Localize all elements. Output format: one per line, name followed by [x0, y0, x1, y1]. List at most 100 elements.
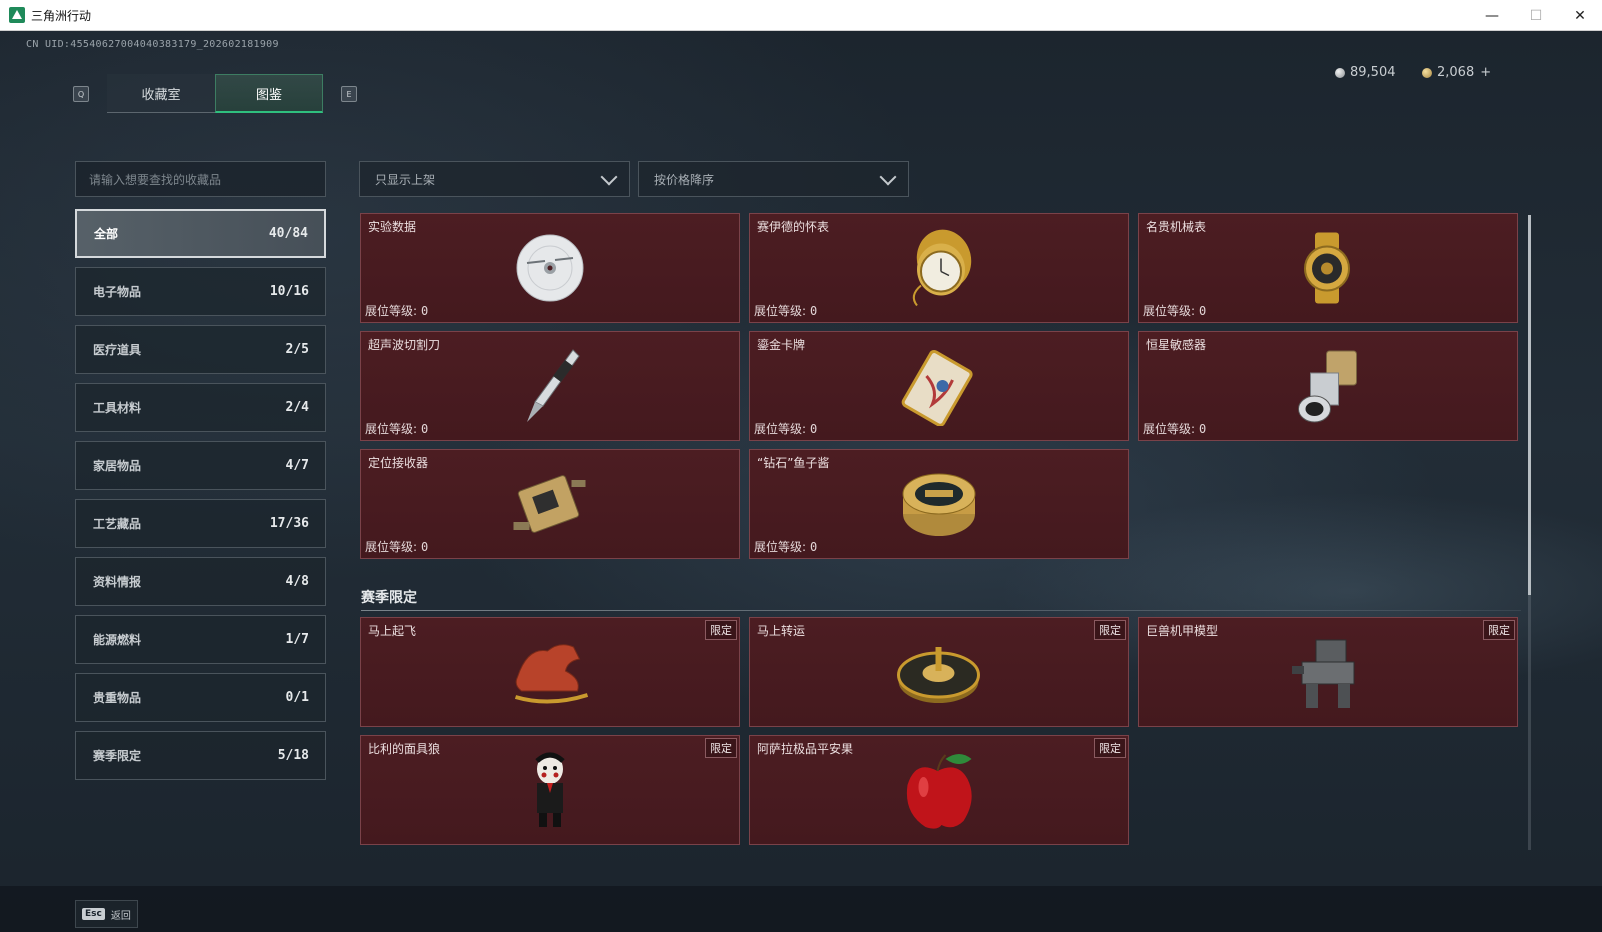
gold-currency: 2,068 + — [1422, 65, 1491, 80]
category-count: 4/8 — [285, 574, 309, 589]
category-medical[interactable]: 医疗道具 2/5 — [75, 325, 326, 374]
maximize-button[interactable]: ☐ — [1514, 0, 1558, 31]
category-tools[interactable]: 工具材料 2/4 — [75, 383, 326, 432]
display-level: 展位等级: 0 — [365, 538, 428, 555]
scrollbar[interactable] — [1528, 215, 1531, 850]
season-item-card[interactable]: 阿萨拉极品平安果 限定 — [749, 735, 1129, 845]
disc-icon — [516, 234, 584, 302]
gold-watch-icon — [1304, 232, 1350, 304]
item-name: 比利的面具狼 — [368, 742, 441, 756]
item-name: 实验数据 — [368, 220, 417, 234]
display-level: 展位等级: 0 — [754, 302, 817, 319]
level-value: 0 — [810, 422, 818, 436]
tab-catalog[interactable]: 图鉴 — [215, 74, 323, 113]
category-crafts[interactable]: 工艺藏品 17/36 — [75, 499, 326, 548]
item-card[interactable]: 实验数据 展位等级: 0 — [360, 213, 740, 323]
season-item-card[interactable]: 巨兽机甲模型 限定 — [1138, 617, 1518, 727]
star-sensor-icon — [1298, 350, 1357, 423]
category-count: 17/36 — [269, 516, 309, 531]
season-item-card[interactable]: 马上转运 限定 — [749, 617, 1129, 727]
category-label: 贵重物品 — [93, 691, 142, 705]
apple-icon — [906, 754, 972, 829]
category-electronics[interactable]: 电子物品 10/16 — [75, 267, 326, 316]
chevron-down-icon — [879, 168, 897, 186]
category-label: 工具材料 — [93, 401, 142, 415]
display-level: 展位等级: 0 — [365, 420, 428, 437]
category-count: 2/5 — [285, 342, 309, 357]
ultrasonic-cutter-icon — [527, 349, 580, 422]
level-value: 0 — [810, 540, 818, 554]
item-card[interactable]: 定位接收器 展位等级: 0 — [360, 449, 740, 559]
category-count: 40/84 — [268, 226, 308, 241]
item-name: 恒星敏感器 — [1146, 338, 1207, 352]
season-section-title: 赛季限定 — [361, 590, 417, 606]
add-currency-button[interactable]: + — [1480, 65, 1491, 80]
item-card[interactable]: 赛伊德的怀表 展位等级: 0 — [749, 213, 1129, 323]
category-energy[interactable]: 能源燃料 1/7 — [75, 615, 326, 664]
category-count: 5/18 — [277, 748, 309, 763]
category-label: 全部 — [94, 227, 119, 241]
back-button[interactable]: Esc 返回 — [75, 900, 138, 928]
level-value: 0 — [1199, 422, 1207, 436]
silver-currency: 89,504 — [1335, 65, 1396, 80]
shelf-filter-dropdown[interactable]: 只显示上架 — [359, 161, 630, 197]
roulette-icon — [897, 647, 980, 703]
item-card[interactable]: 鎏金卡牌 展位等级: 0 — [749, 331, 1129, 441]
category-count: 0/1 — [285, 690, 309, 705]
level-label: 展位等级: — [1143, 304, 1196, 318]
level-label: 展位等级: — [754, 304, 807, 318]
category-label: 工艺藏品 — [93, 517, 142, 531]
level-value: 0 — [421, 422, 429, 436]
shelf-filter-value: 只显示上架 — [375, 172, 436, 187]
level-label: 展位等级: — [754, 422, 807, 436]
billy-puppet-icon — [535, 752, 565, 827]
level-label: 展位等级: — [754, 540, 807, 554]
level-label: 展位等级: — [365, 304, 418, 318]
q-key-hint: Q — [73, 86, 89, 102]
item-card[interactable]: 超声波切割刀 展位等级: 0 — [360, 331, 740, 441]
search-input[interactable]: 请输入想要查找的收藏品 — [75, 161, 326, 197]
display-level: 展位等级: 0 — [1143, 302, 1206, 319]
item-name: 巨兽机甲模型 — [1146, 624, 1219, 638]
minimize-button[interactable]: — — [1470, 0, 1514, 31]
category-household[interactable]: 家居物品 4/7 — [75, 441, 326, 490]
mech-model-icon — [1292, 639, 1355, 708]
item-name: 马上转运 — [757, 624, 806, 638]
display-level: 展位等级: 0 — [1143, 420, 1206, 437]
item-card[interactable]: “钻石”鱼子酱 展位等级: 0 — [749, 449, 1129, 559]
category-intel[interactable]: 资料情报 4/8 — [75, 557, 326, 606]
limited-badge: 限定 — [1094, 738, 1126, 758]
app-logo-icon — [9, 7, 25, 23]
level-value: 0 — [1199, 304, 1207, 318]
level-value: 0 — [421, 304, 429, 318]
season-item-card[interactable]: 比利的面具狼 限定 — [360, 735, 740, 845]
category-label: 医疗道具 — [93, 343, 142, 357]
season-item-card[interactable]: 马上起飞 限定 — [360, 617, 740, 727]
bottom-bar: Esc 返回 — [0, 886, 1602, 932]
level-value: 0 — [421, 540, 429, 554]
close-button[interactable]: ✕ — [1558, 0, 1602, 31]
item-card[interactable]: 恒星敏感器 展位等级: 0 — [1138, 331, 1518, 441]
item-name: 超声波切割刀 — [368, 338, 441, 352]
category-season-limited[interactable]: 赛季限定 5/18 — [75, 731, 326, 780]
sort-value: 按价格降序 — [654, 172, 715, 187]
category-valuables[interactable]: 贵重物品 0/1 — [75, 673, 326, 722]
back-label: 返回 — [110, 910, 131, 922]
category-label: 能源燃料 — [93, 633, 142, 647]
category-all[interactable]: 全部 40/84 — [75, 209, 326, 258]
sort-dropdown[interactable]: 按价格降序 — [638, 161, 909, 197]
limited-badge: 限定 — [705, 620, 737, 640]
tab-collection-room[interactable]: 收藏室 — [107, 74, 215, 113]
scrollbar-thumb[interactable] — [1528, 215, 1531, 595]
silver-amount: 89,504 — [1350, 65, 1396, 80]
e-key-hint: E — [341, 86, 357, 102]
limited-badge: 限定 — [705, 738, 737, 758]
gps-receiver-icon — [513, 475, 586, 533]
pocket-watch-icon — [912, 229, 972, 307]
top-tabs: 收藏室 图鉴 — [107, 74, 323, 113]
window-controls: — ☐ ✕ — [1470, 0, 1602, 31]
item-name: 名贵机械表 — [1146, 220, 1207, 234]
item-card[interactable]: 名贵机械表 展位等级: 0 — [1138, 213, 1518, 323]
red-horse-icon — [514, 644, 589, 704]
item-name: 鎏金卡牌 — [757, 338, 806, 352]
